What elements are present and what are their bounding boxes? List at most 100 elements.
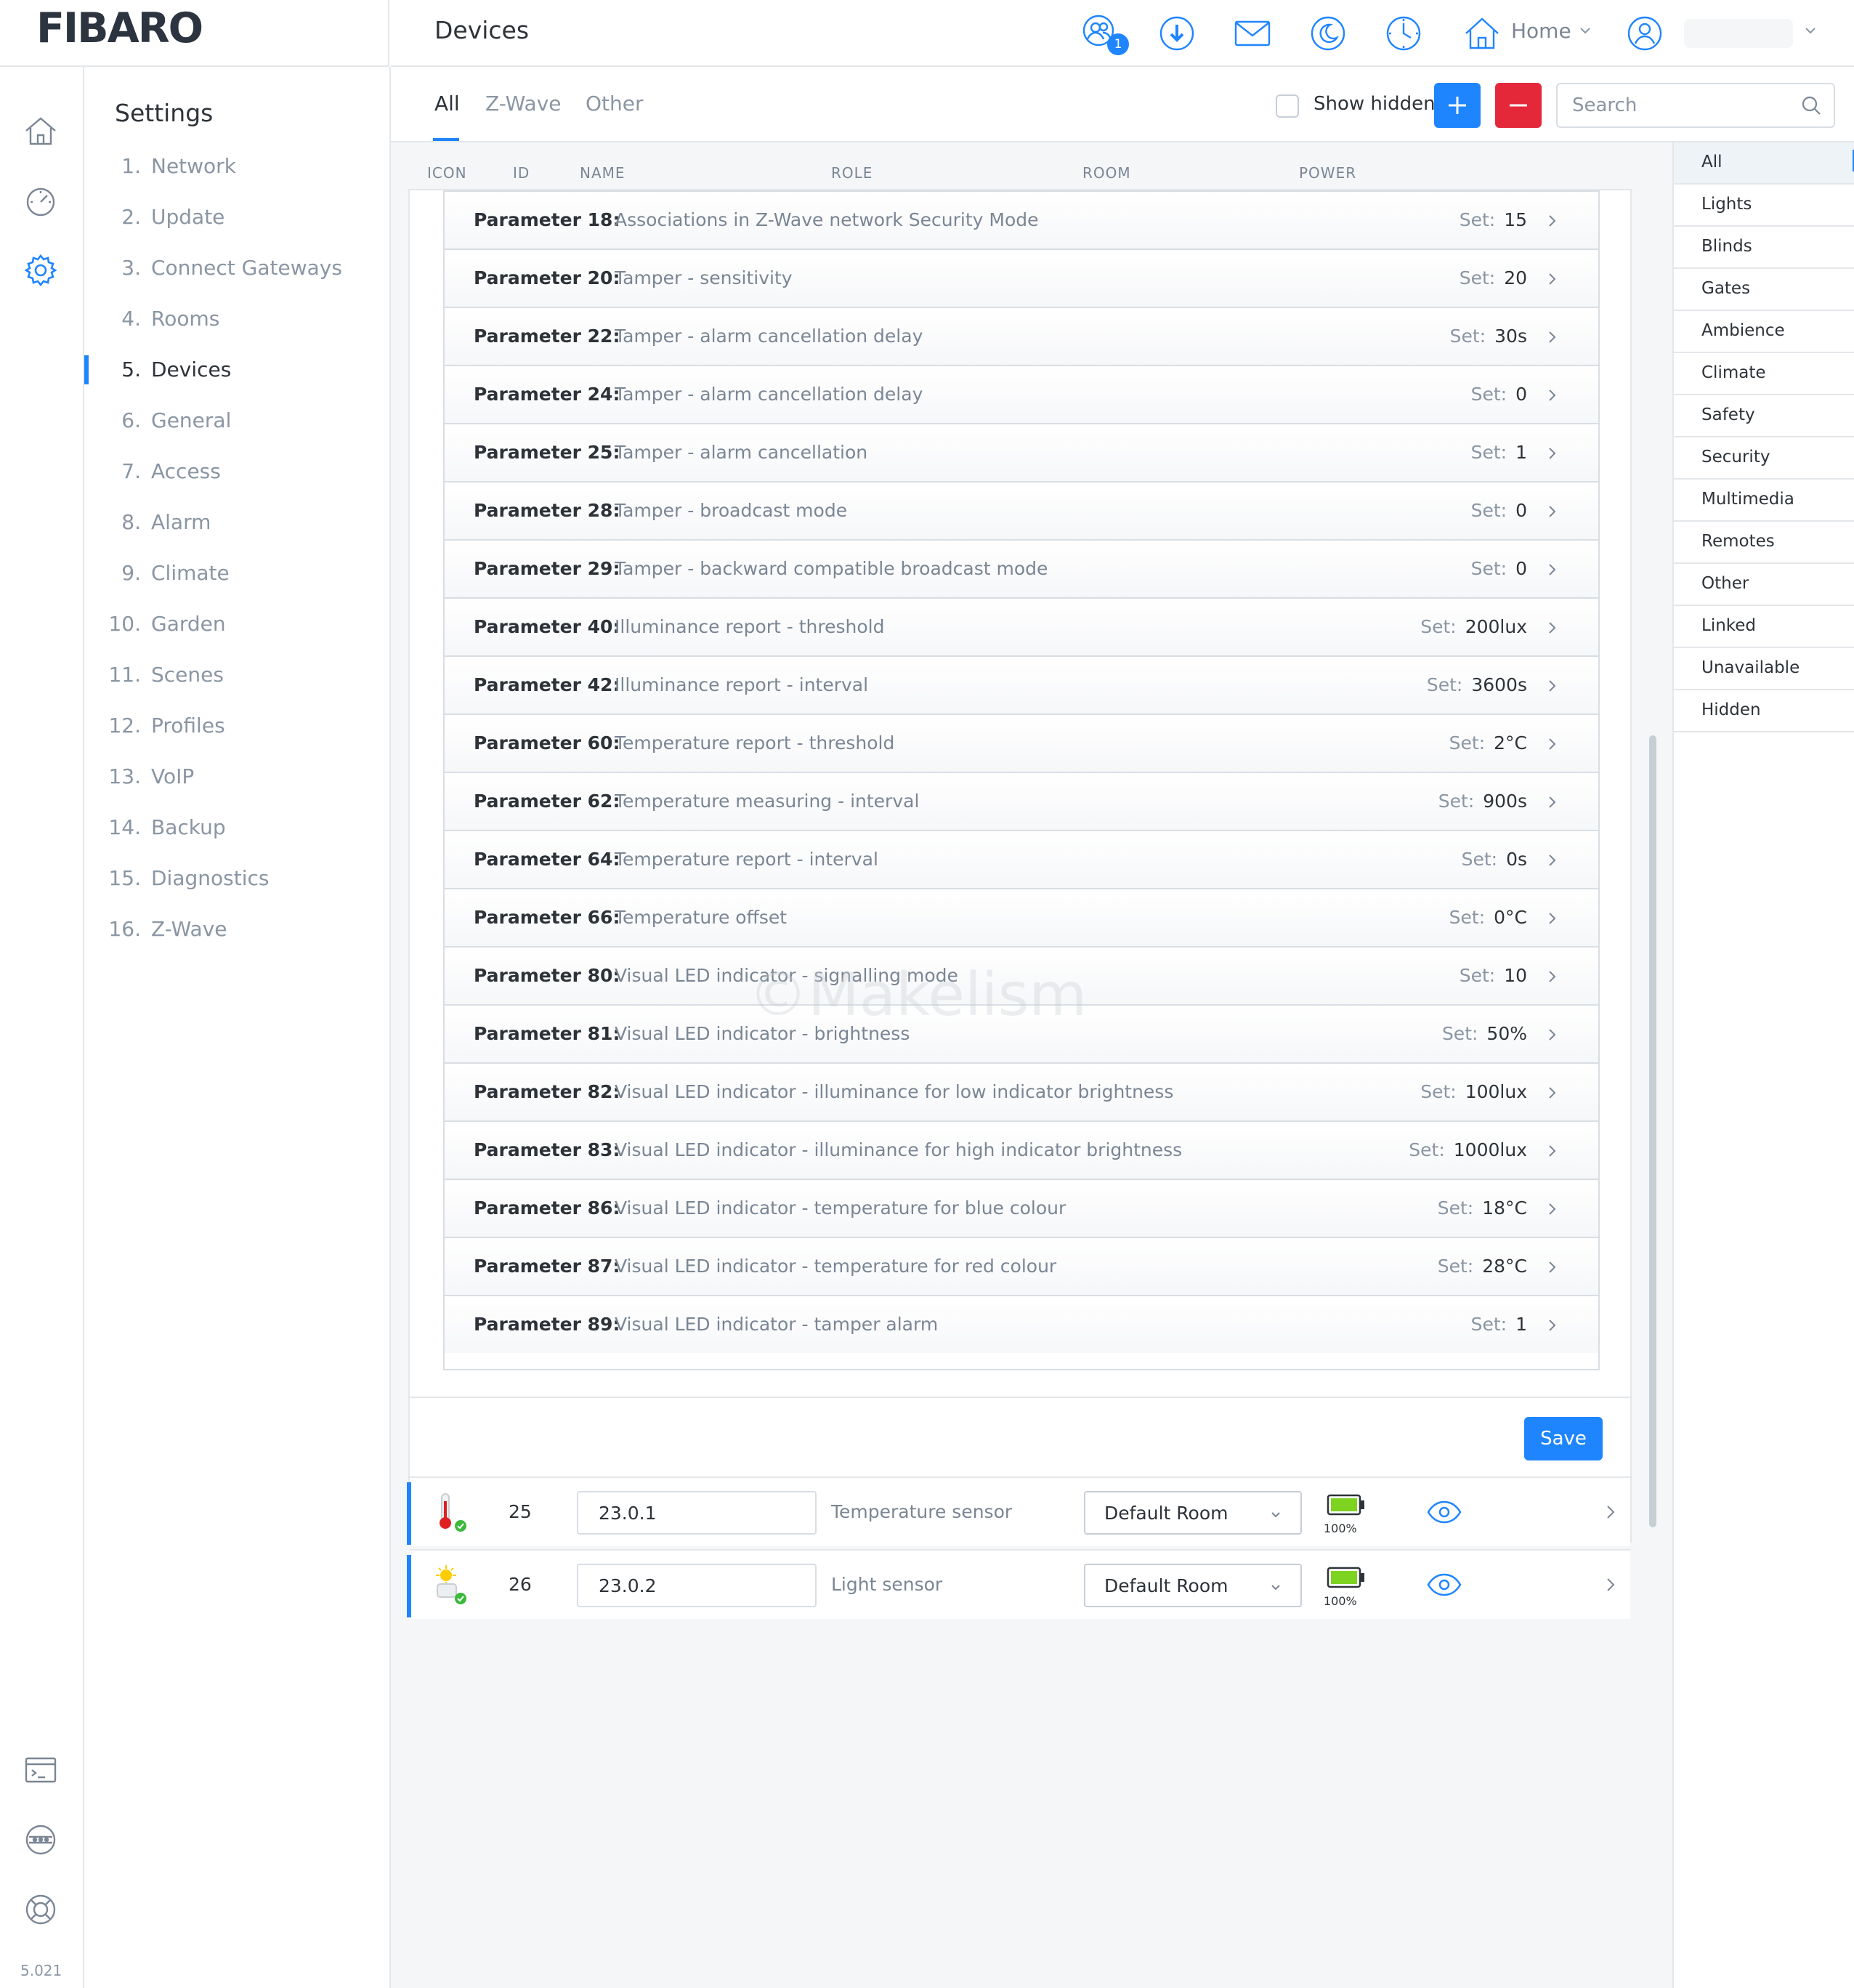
terminal-nav-icon[interactable] xyxy=(22,1751,60,1789)
filter-ambience[interactable]: Ambience xyxy=(1674,311,1854,353)
chevron-right-icon[interactable] xyxy=(1543,735,1560,753)
chevron-right-icon[interactable] xyxy=(1601,1503,1620,1522)
chevron-right-icon[interactable] xyxy=(1543,910,1560,927)
dashboard-nav-icon[interactable] xyxy=(22,182,60,219)
tab-all[interactable]: All xyxy=(434,92,460,116)
settings-item-connect-gateways[interactable]: 3. Connect Gateways xyxy=(84,250,389,286)
user-name[interactable] xyxy=(1684,19,1793,48)
settings-item-alarm[interactable]: 8. Alarm xyxy=(84,504,389,541)
chevron-right-icon[interactable] xyxy=(1543,387,1560,404)
add-device-button[interactable] xyxy=(1434,83,1481,128)
settings-item-climate[interactable]: 9. Climate xyxy=(84,555,389,591)
settings-item-voip[interactable]: 13. VoIP xyxy=(84,759,389,795)
settings-item-diagnostics[interactable]: 15. Diagnostics xyxy=(84,860,389,897)
chevron-right-icon[interactable] xyxy=(1543,1258,1560,1276)
room-select[interactable]: Default Room xyxy=(1084,1564,1302,1607)
column-icon[interactable]: ICON xyxy=(427,164,467,182)
parameter-row[interactable]: Parameter 29: Tamper - backward compatibl… xyxy=(445,539,1598,597)
filter-other[interactable]: Other xyxy=(1674,564,1854,606)
filter-linked[interactable]: Linked xyxy=(1674,606,1854,648)
parameter-row[interactable]: Parameter 24: Tamper - alarm cancellation… xyxy=(445,365,1598,423)
filter-security[interactable]: Security xyxy=(1674,437,1854,480)
device-row[interactable]: 25 Temperature sensor Default Room 100% xyxy=(407,1476,1630,1546)
device-row[interactable]: 26 Light sensor Default Room 100% xyxy=(407,1549,1630,1619)
parameter-row[interactable]: Parameter 60: Temperature report - thresh… xyxy=(445,714,1598,772)
settings-item-devices[interactable]: 5. Devices xyxy=(84,352,389,388)
chevron-right-icon[interactable] xyxy=(1543,677,1560,695)
filter-safety[interactable]: Safety xyxy=(1674,395,1854,437)
scrollbar-thumb[interactable] xyxy=(1649,735,1656,1527)
filter-hidden[interactable]: Hidden xyxy=(1674,690,1854,732)
chevron-right-icon[interactable] xyxy=(1543,619,1560,637)
tab-other[interactable]: Other xyxy=(586,92,644,116)
search-icon[interactable] xyxy=(1800,94,1822,116)
chevron-right-icon[interactable] xyxy=(1543,503,1560,520)
settings-item-garden[interactable]: 10. Garden xyxy=(84,606,389,642)
chevron-right-icon[interactable] xyxy=(1543,1084,1560,1102)
column-id[interactable]: ID xyxy=(513,164,530,182)
settings-item-access[interactable]: 7. Access xyxy=(84,453,389,490)
settings-item-profiles[interactable]: 12. Profiles xyxy=(84,708,389,744)
parameter-row[interactable]: Parameter 28: Tamper - broadcast mode Set:… xyxy=(445,481,1598,539)
chevron-right-icon[interactable] xyxy=(1543,561,1560,578)
parameter-row[interactable]: Parameter 82: Visual LED indicator - illu… xyxy=(445,1062,1598,1120)
room-select[interactable]: Default Room xyxy=(1084,1491,1302,1535)
search-input[interactable] xyxy=(1556,83,1835,128)
filter-multimedia[interactable]: Multimedia xyxy=(1674,480,1854,522)
chevron-right-icon[interactable] xyxy=(1543,1317,1560,1334)
settings-item-backup[interactable]: 14. Backup xyxy=(84,809,389,846)
parameter-row[interactable]: Parameter 42: Illuminance report - interv… xyxy=(445,655,1598,714)
messages-icon[interactable] xyxy=(1232,13,1273,54)
settings-item-rooms[interactable]: 4. Rooms xyxy=(84,301,389,337)
device-name-input[interactable] xyxy=(577,1564,817,1607)
clock-icon[interactable] xyxy=(1383,13,1424,54)
chevron-right-icon[interactable] xyxy=(1543,852,1560,869)
user-account-icon[interactable] xyxy=(1624,13,1665,54)
tab-z-wave[interactable]: Z-Wave xyxy=(485,92,562,116)
parameter-row[interactable]: Parameter 89: Visual LED indicator - tamp… xyxy=(445,1295,1598,1353)
device-name-input[interactable] xyxy=(577,1491,817,1535)
settings-item-update[interactable]: 2. Update xyxy=(84,199,389,235)
filter-lights[interactable]: Lights xyxy=(1674,185,1854,227)
filter-gates[interactable]: Gates xyxy=(1674,269,1854,311)
chevron-right-icon[interactable] xyxy=(1543,1200,1560,1218)
filter-remotes[interactable]: Remotes xyxy=(1674,522,1854,564)
filter-climate[interactable]: Climate xyxy=(1674,353,1854,395)
parameter-row[interactable]: Parameter 66: Temperature offset Set: 0°C xyxy=(445,888,1598,946)
filter-blinds[interactable]: Blinds xyxy=(1674,227,1854,269)
parameter-row[interactable]: Parameter 64: Temperature report - interv… xyxy=(445,830,1598,888)
parameter-row[interactable]: Parameter 87: Visual LED indicator - temp… xyxy=(445,1237,1598,1295)
chevron-right-icon[interactable] xyxy=(1543,445,1560,462)
home-selector-label[interactable]: Home xyxy=(1511,19,1571,43)
settings-item-scenes[interactable]: 11. Scenes xyxy=(84,657,389,693)
parameter-row[interactable]: Parameter 40: Illuminance report - thresh… xyxy=(445,597,1598,655)
night-mode-icon[interactable] xyxy=(1308,13,1348,54)
column-room[interactable]: ROOM xyxy=(1082,164,1131,182)
column-role[interactable]: ROLE xyxy=(831,164,873,182)
settings-item-z-wave[interactable]: 16. Z-Wave xyxy=(84,911,389,947)
parameter-row[interactable]: Parameter 83: Visual LED indicator - illu… xyxy=(445,1120,1598,1179)
parameter-row[interactable]: Parameter 86: Visual LED indicator - temp… xyxy=(445,1179,1598,1237)
settings-item-network[interactable]: 1. Network xyxy=(84,148,389,185)
support-nav-icon[interactable] xyxy=(22,1891,60,1928)
parameter-row[interactable]: Parameter 25: Tamper - alarm cancellation… xyxy=(445,423,1598,481)
home-icon[interactable] xyxy=(1462,13,1502,54)
column-name[interactable]: NAME xyxy=(580,164,626,182)
chevron-down-icon[interactable] xyxy=(1802,22,1819,39)
network-nav-icon[interactable] xyxy=(22,1821,60,1859)
parameter-row[interactable]: Parameter 62: Temperature measuring - int… xyxy=(445,772,1598,830)
show-hidden-checkbox[interactable] xyxy=(1276,94,1299,118)
home-nav-icon[interactable] xyxy=(22,112,60,150)
users-icon[interactable]: 1 xyxy=(1080,13,1129,55)
chevron-right-icon[interactable] xyxy=(1543,968,1560,985)
chevron-right-icon[interactable] xyxy=(1543,1026,1560,1043)
remove-device-button[interactable] xyxy=(1495,83,1542,128)
parameter-row[interactable]: Parameter 22: Tamper - alarm cancellation… xyxy=(445,307,1598,365)
chevron-right-icon[interactable] xyxy=(1543,1142,1560,1160)
eye-icon[interactable] xyxy=(1427,1572,1462,1597)
save-button[interactable]: Save xyxy=(1524,1417,1603,1460)
chevron-down-icon[interactable] xyxy=(1576,22,1594,39)
download-icon[interactable] xyxy=(1157,13,1197,54)
eye-icon[interactable] xyxy=(1427,1500,1462,1524)
chevron-right-icon[interactable] xyxy=(1543,212,1560,230)
